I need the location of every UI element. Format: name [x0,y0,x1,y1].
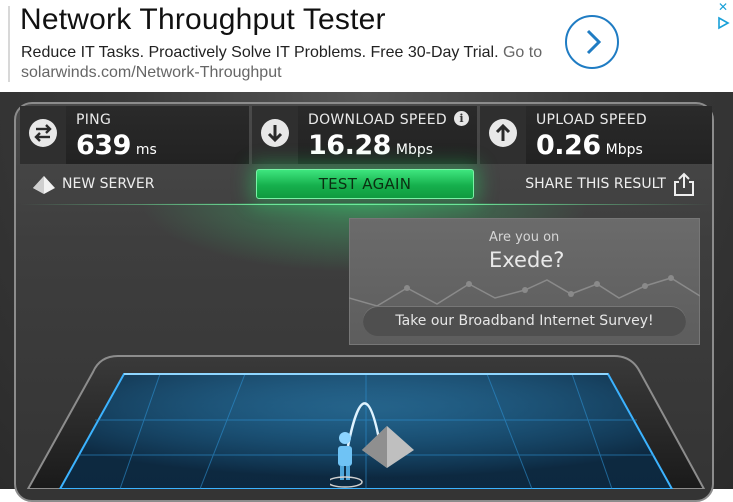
upload-value: 0.26 Mbps [536,130,643,161]
ad-banner[interactable]: Network Throughput Tester Reduce IT Task… [0,0,733,92]
server-connection-graphic [330,402,414,488]
upload-arrow-icon [489,119,517,147]
download-label: DOWNLOAD SPEED [308,112,447,128]
ad-description[interactable]: Reduce IT Tasks. Proactively Solve IT Pr… [21,43,561,83]
ad-divider [8,6,10,82]
adchoices-icon[interactable] [716,16,730,30]
share-icon [674,172,694,196]
download-result: DOWNLOAD SPEED 16.28 Mbps i [252,106,477,164]
survey-button[interactable]: Take our Broadband Internet Survey! [363,306,686,336]
chevron-right-icon [586,29,602,55]
download-arrow-icon [261,119,289,147]
exchange-arrows-icon [29,119,57,147]
share-label: SHARE THIS RESULT [525,176,666,192]
download-icon-cell [252,106,298,164]
download-unit: Mbps [395,142,434,158]
info-icon[interactable]: i [454,111,469,126]
upload-number: 0.26 [536,130,601,161]
ping-unit: ms [135,142,157,158]
upload-unit: Mbps [605,142,643,158]
ad-next-button[interactable] [565,15,619,69]
close-icon[interactable]: ✕ [716,0,730,14]
ping-result: PING 639 ms [20,106,249,164]
upload-icon-cell [480,106,526,164]
ping-number: 639 [76,130,131,161]
green-divider [20,204,712,205]
new-server-label: NEW SERVER [62,176,155,192]
server-pyramid-graphic [362,426,414,468]
person-icon [338,432,352,480]
survey-panel[interactable]: Are you on Exede? Take our Broadband Int… [349,218,700,345]
upload-result: UPLOAD SPEED 0.26 Mbps [480,106,712,164]
upload-label: UPLOAD SPEED [536,112,647,128]
download-value: 16.28 Mbps [308,130,433,161]
results-bar: PING 639 ms DOWNLOAD SPEED 16.28 Mbps i UP… [20,106,712,164]
ping-value: 639 ms [76,130,157,161]
survey-question-line1: Are you on [489,230,560,245]
ad-title[interactable]: Network Throughput Tester [20,3,386,37]
ping-icon-cell [20,106,66,164]
download-number: 16.28 [308,130,391,161]
survey-question-line2: Exede? [489,248,565,272]
ad-description-text: Reduce IT Tasks. Proactively Solve IT Pr… [21,44,499,61]
ping-label: PING [76,112,112,128]
server-pyramid-icon [33,176,55,194]
test-again-button[interactable]: TEST AGAIN [256,169,474,199]
speedtest-toolbar: NEW SERVER TEST AGAIN SHARE THIS RESULT [20,168,712,202]
